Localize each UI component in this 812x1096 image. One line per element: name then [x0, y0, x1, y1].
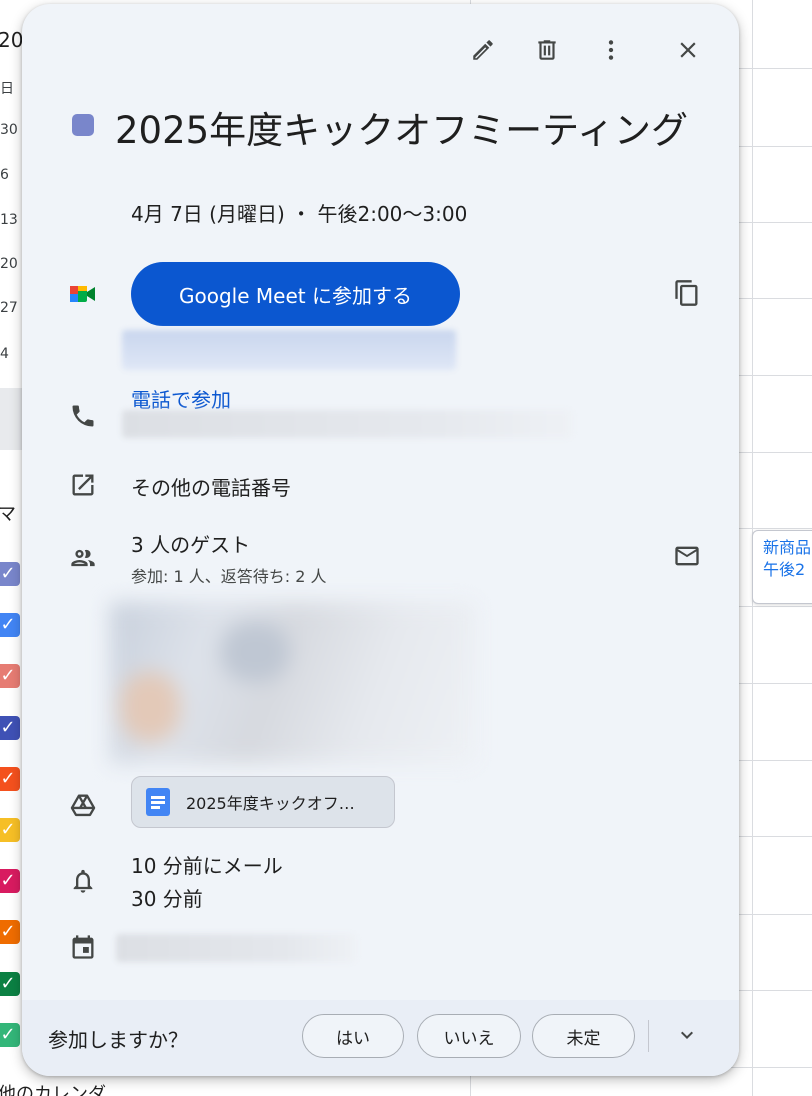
event-datetime: 4月 7日 (月曜日) ・ 午後2:00～3:00 — [131, 202, 468, 226]
redacted-calendar-owner — [116, 934, 356, 962]
other-calendars-heading: 他のカレンダ — [0, 1084, 106, 1096]
calendar-checkbox[interactable]: ✓ — [0, 613, 20, 637]
calendar-checkbox[interactable]: ✓ — [0, 920, 20, 944]
event-detail-dialog: 2025年度キックオフミーティング 4月 7日 (月曜日) ・ 午後2:00～3… — [22, 4, 739, 1076]
redacted-phone-number — [122, 410, 572, 438]
reminder-item: 10 分前にメール — [131, 854, 283, 878]
people-icon — [66, 541, 100, 575]
chevron-down-icon — [675, 1023, 699, 1051]
more-vert-icon — [598, 37, 624, 67]
event-title: 2025年度キックオフミーティング — [115, 109, 688, 152]
calendar-icon — [66, 930, 100, 964]
redacted-meet-link — [122, 330, 456, 370]
calendar-checkbox[interactable]: ✓ — [0, 818, 20, 842]
calendar-checkbox[interactable]: ✓ — [0, 664, 20, 688]
drive-icon — [66, 788, 100, 822]
copy-meet-info-button[interactable] — [667, 275, 707, 315]
mini-calendar-weekday: 日 — [0, 81, 14, 97]
footer-divider — [648, 1020, 649, 1052]
grid-event-time: 午後2 — [763, 560, 806, 579]
google-meet-icon — [66, 277, 100, 311]
mini-calendar-day[interactable]: 30 — [0, 122, 18, 138]
guest-response-summary: 参加: 1 人、返答待ち: 2 人 — [131, 567, 327, 586]
open-external-icon — [66, 468, 100, 502]
rsvp-options-button[interactable] — [670, 1020, 704, 1054]
calendar-checkbox[interactable]: ✓ — [0, 562, 20, 586]
rsvp-maybe-button[interactable]: 未定 — [532, 1014, 635, 1058]
email-guests-button[interactable] — [667, 538, 707, 578]
attachment-chip[interactable]: 2025年度キックオフ… — [131, 776, 395, 828]
rsvp-question: 参加しますか？ — [48, 1028, 188, 1052]
calendar-checkbox[interactable]: ✓ — [0, 869, 20, 893]
bell-icon — [66, 864, 100, 898]
join-by-phone-link[interactable]: 電話で参加 — [131, 384, 231, 413]
mini-calendar-day[interactable]: 4 — [0, 346, 9, 362]
mini-calendar-day[interactable]: 20 — [0, 256, 18, 272]
guest-count: 3 人のゲスト — [131, 533, 251, 557]
mini-calendar-day[interactable]: 27 — [0, 300, 18, 316]
redacted-guest-list — [110, 602, 476, 764]
mini-calendar-year: 20 — [0, 28, 24, 52]
calendar-app: 20 日 30 6 13 20 27 4 マ ✓ ✓ ✓ ✓ ✓ ✓ ✓ ✓ ✓ ✓ 他のカレンダ… — [0, 0, 812, 1096]
calendar-checkbox[interactable]: ✓ — [0, 1023, 20, 1047]
mail-icon — [673, 542, 701, 574]
rsvp-bar: 参加しますか？ はい いいえ 未定 — [22, 1000, 739, 1076]
grid-event-title: 新商品 — [763, 538, 812, 557]
grid-event-card[interactable]: 新商品 午後2 — [752, 530, 812, 604]
delete-event-button[interactable] — [527, 32, 567, 72]
more-phone-numbers-link[interactable]: その他の電話番号 — [131, 472, 291, 501]
calendar-checkbox[interactable]: ✓ — [0, 972, 20, 996]
join-meet-button[interactable]: Google Meet に参加する — [131, 262, 460, 326]
event-color-chip — [72, 114, 94, 136]
close-dialog-button[interactable] — [668, 32, 708, 72]
edit-event-button[interactable] — [463, 32, 503, 72]
copy-icon — [673, 279, 701, 311]
phone-icon — [66, 399, 100, 433]
google-docs-icon — [146, 788, 170, 816]
calendar-checkbox[interactable]: ✓ — [0, 716, 20, 740]
close-icon — [675, 37, 701, 67]
rsvp-yes-button[interactable]: はい — [302, 1014, 404, 1058]
reminder-item: 30 分前 — [131, 887, 203, 911]
my-calendars-heading: マ — [0, 504, 16, 525]
attachment-name: 2025年度キックオフ… — [186, 794, 355, 813]
mini-calendar-day[interactable]: 13 — [0, 212, 18, 228]
calendar-checkbox[interactable]: ✓ — [0, 767, 20, 791]
rsvp-no-button[interactable]: いいえ — [417, 1014, 521, 1058]
pencil-icon — [470, 37, 496, 67]
mini-calendar-day[interactable]: 6 — [0, 167, 9, 183]
trash-icon — [534, 37, 560, 67]
more-options-button[interactable] — [591, 32, 631, 72]
